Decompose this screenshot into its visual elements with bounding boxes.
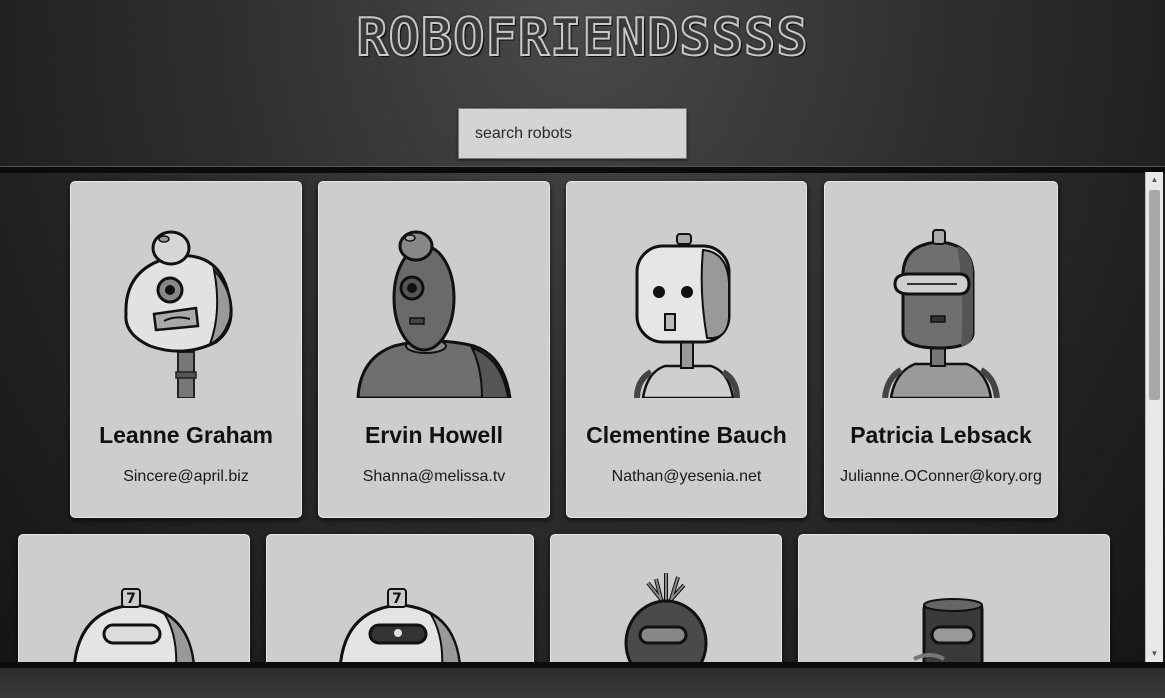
header: ROBOFRIENDSSSS [0,0,1165,165]
robot-avatar-icon [633,233,740,398]
robot-email: Shanna@melissa.tv [362,468,506,485]
robot-card[interactable]: 7 [266,534,534,662]
robot-email: Nathan@yesenia.net [611,468,762,485]
page-title: ROBOFRIENDSSSS [355,7,809,69]
robot-name: Patricia Lebsack [850,422,1032,448]
svg-text:7: 7 [126,591,136,607]
robot-card[interactable]: Ervin Howell Shanna@melissa.tv [318,181,550,518]
svg-text:7: 7 [392,591,402,607]
robot-email: Sincere@april.biz [123,468,249,485]
scroll-thumb[interactable] [1149,190,1160,400]
app-root: ROBOFRIENDSSSS Leanne Graham Sincere@apr… [0,0,1165,698]
robot-avatar-icon [624,573,708,662]
robot-avatar-icon [356,230,512,398]
card-list[interactable]: Leanne Graham Sincere@april.biz Ervin Ho… [0,172,1145,662]
robot-name: Leanne Graham [99,422,273,448]
robot-avatar-icon [124,230,233,398]
robot-avatar-icon [882,229,1000,398]
scroll-up-arrow-icon[interactable]: ▲ [1146,172,1163,188]
robot-avatar-icon: 7 [339,588,461,662]
robot-avatar-icon: 7 [73,588,195,662]
search-input[interactable] [458,108,687,159]
robot-name: Ervin Howell [364,422,504,448]
robot-card[interactable]: Patricia Lebsack Julianne.OConner@kory.o… [824,181,1058,518]
scroll-down-arrow-icon[interactable]: ▼ [1146,646,1163,662]
robot-card[interactable]: 7 [18,534,250,662]
footer [0,668,1165,698]
robot-name: Clementine Bauch [586,422,787,448]
vertical-scrollbar[interactable]: ▲ ▼ [1145,172,1163,662]
robot-card[interactable]: Clementine Bauch Nathan@yesenia.net [566,181,807,518]
robot-card[interactable] [550,534,782,662]
robot-avatar-icon [913,598,984,662]
robot-card[interactable] [798,534,1110,662]
robot-card[interactable]: Leanne Graham Sincere@april.biz [70,181,302,518]
robot-email: Julianne.OConner@kory.org [840,468,1042,485]
